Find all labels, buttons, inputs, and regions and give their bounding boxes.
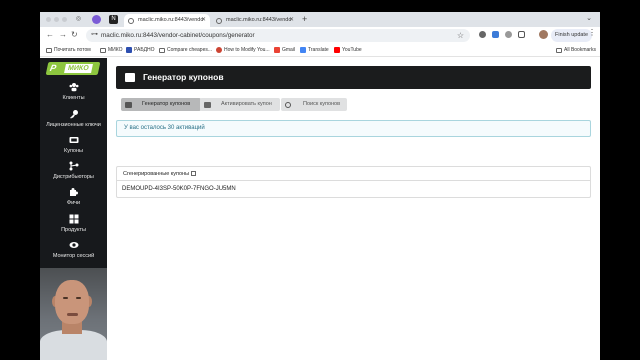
tab-activate-coupon[interactable]: Активировать купон xyxy=(200,98,280,111)
tab-title: maclic.miko.ru:8443/vendo xyxy=(226,17,292,23)
bookmark-item[interactable]: Почитать потом xyxy=(46,44,91,56)
folder-icon xyxy=(556,48,562,53)
users-icon xyxy=(69,83,78,92)
tab-search-coupons[interactable]: Поиск купонов xyxy=(281,98,347,111)
bookmark-item[interactable]: Gmail xyxy=(274,44,295,56)
presenter-face xyxy=(55,280,89,324)
copy-icon[interactable] xyxy=(191,171,197,176)
tab-search-icon[interactable]: ⌄ xyxy=(586,14,592,22)
sidebar-item-session-monitor[interactable]: Монитор сессий xyxy=(40,240,107,260)
folder-icon xyxy=(46,48,52,53)
bookmark-item[interactable]: Compare cheapes... xyxy=(159,44,212,56)
bookmark-item[interactable]: МИКО xyxy=(100,44,123,56)
maximize-window-dot[interactable] xyxy=(62,17,67,22)
site-icon xyxy=(159,48,165,53)
extension-icon[interactable] xyxy=(505,31,512,38)
pinned-tab-icon[interactable] xyxy=(92,15,101,24)
all-bookmarks[interactable]: All Bookmarks xyxy=(556,44,596,56)
activations-message: У вас осталось 30 активаций xyxy=(116,120,591,137)
site-icon xyxy=(126,47,132,53)
forward-icon[interactable]: → xyxy=(59,30,67,40)
browser-tab-active[interactable]: maclic.miko.ru:8443/vendo ✕ xyxy=(124,14,210,27)
back-icon[interactable]: ← xyxy=(46,30,54,40)
ticket-icon xyxy=(125,73,135,82)
tab-title: maclic.miko.ru:8443/vendo xyxy=(138,17,204,23)
browser-window: ◎ N maclic.miko.ru:8443/vendo ✕ maclic.m… xyxy=(40,12,600,360)
page-content: P МИКО Клиенты Лицензионные ключи Купоны… xyxy=(40,58,600,360)
puzzle-icon xyxy=(69,188,78,196)
browser-toolbar: ← → ↻ ⊶ maclic.miko.ru:8443/vendor-cabin… xyxy=(40,27,600,44)
extension-icon[interactable] xyxy=(479,31,486,38)
bookmark-star-icon[interactable]: ☆ xyxy=(457,30,464,41)
site-info-icon[interactable]: ⊶ xyxy=(91,30,98,38)
finish-update-button[interactable]: Finish update xyxy=(551,29,593,42)
coupon-code[interactable]: DEMOUPD-4I3SP-50K0P-7FNGO-JU5MN xyxy=(122,181,236,197)
grid-icon xyxy=(69,214,78,224)
ticket-icon xyxy=(69,137,78,143)
sidebar-item-products[interactable]: Продукты xyxy=(40,214,107,234)
sidebar-item-clients[interactable]: Клиенты xyxy=(40,82,107,102)
profile-avatar[interactable] xyxy=(539,30,548,39)
page-header: Генератор купонов xyxy=(116,66,591,89)
logo-text: МИКО xyxy=(64,64,93,73)
reload-icon[interactable]: ↻ xyxy=(71,30,78,40)
tab-strip: ◎ N maclic.miko.ru:8443/vendo ✕ maclic.m… xyxy=(40,12,600,27)
pinned-tab-icon[interactable]: N xyxy=(109,15,118,24)
generated-coupons-panel: Сгенерированные купоны DEMOUPD-4I3SP-50K… xyxy=(116,166,591,198)
bookmark-item[interactable]: РАБДНО xyxy=(126,44,155,56)
pinned-tab-icon[interactable]: ◎ xyxy=(74,15,83,24)
minimize-window-dot[interactable] xyxy=(54,17,59,22)
sitemap-icon xyxy=(69,161,78,171)
sidebar-item-coupons[interactable]: Купоны xyxy=(40,135,107,155)
close-window-dot[interactable] xyxy=(46,17,51,22)
sidebar-item-features[interactable]: Фичи xyxy=(40,187,107,207)
bookmark-item[interactable]: How to Modify You... xyxy=(216,44,270,56)
new-tab-button[interactable]: + xyxy=(302,14,307,25)
eye-icon xyxy=(69,242,78,248)
site-icon xyxy=(216,47,222,53)
extensions-puzzle-icon[interactable] xyxy=(518,31,525,38)
translate-icon xyxy=(300,47,306,53)
extension-icon[interactable] xyxy=(492,31,499,38)
ticket-icon xyxy=(125,101,132,108)
close-tab-icon[interactable]: ✕ xyxy=(289,14,294,27)
webcam-overlay xyxy=(40,268,107,360)
tab-coupon-generator[interactable]: Генератор купонов xyxy=(121,98,201,111)
folder-icon xyxy=(100,48,106,53)
browser-tab[interactable]: maclic.miko.ru:8443/vendo ✕ xyxy=(212,14,298,27)
sidebar-item-license-keys[interactable]: Лицензионные ключи xyxy=(40,109,107,129)
url-text[interactable]: maclic.miko.ru:8443/vendor-cabinet/coupo… xyxy=(101,29,255,42)
logo-mark-icon: P xyxy=(49,63,58,73)
page-title: Генератор купонов xyxy=(143,72,224,82)
close-tab-icon[interactable]: ✕ xyxy=(201,14,206,27)
address-bar[interactable]: ⊶ maclic.miko.ru:8443/vendor-cabinet/cou… xyxy=(86,29,470,42)
bookmark-item[interactable]: Translate xyxy=(300,44,329,56)
key-icon xyxy=(69,110,78,119)
browser-menu-icon[interactable]: ⋮ xyxy=(588,28,596,37)
bookmarks-bar: Почитать потом МИКО РАБДНО Compare cheap… xyxy=(40,44,600,57)
search-icon xyxy=(285,101,291,108)
globe-icon xyxy=(128,17,134,24)
gmail-icon xyxy=(274,47,280,53)
main-content: Генератор купонов Генератор купонов Акти… xyxy=(107,58,600,360)
bookmark-item[interactable]: YouTube xyxy=(334,44,362,56)
generated-coupons-header: Сгенерированные купоны xyxy=(117,167,590,181)
globe-icon xyxy=(216,17,222,24)
sidebar-item-distributors[interactable]: Дистрибьюторы xyxy=(40,161,107,181)
ticket-icon xyxy=(204,101,211,108)
miko-logo[interactable]: P МИКО xyxy=(45,62,101,75)
youtube-icon xyxy=(334,47,340,53)
